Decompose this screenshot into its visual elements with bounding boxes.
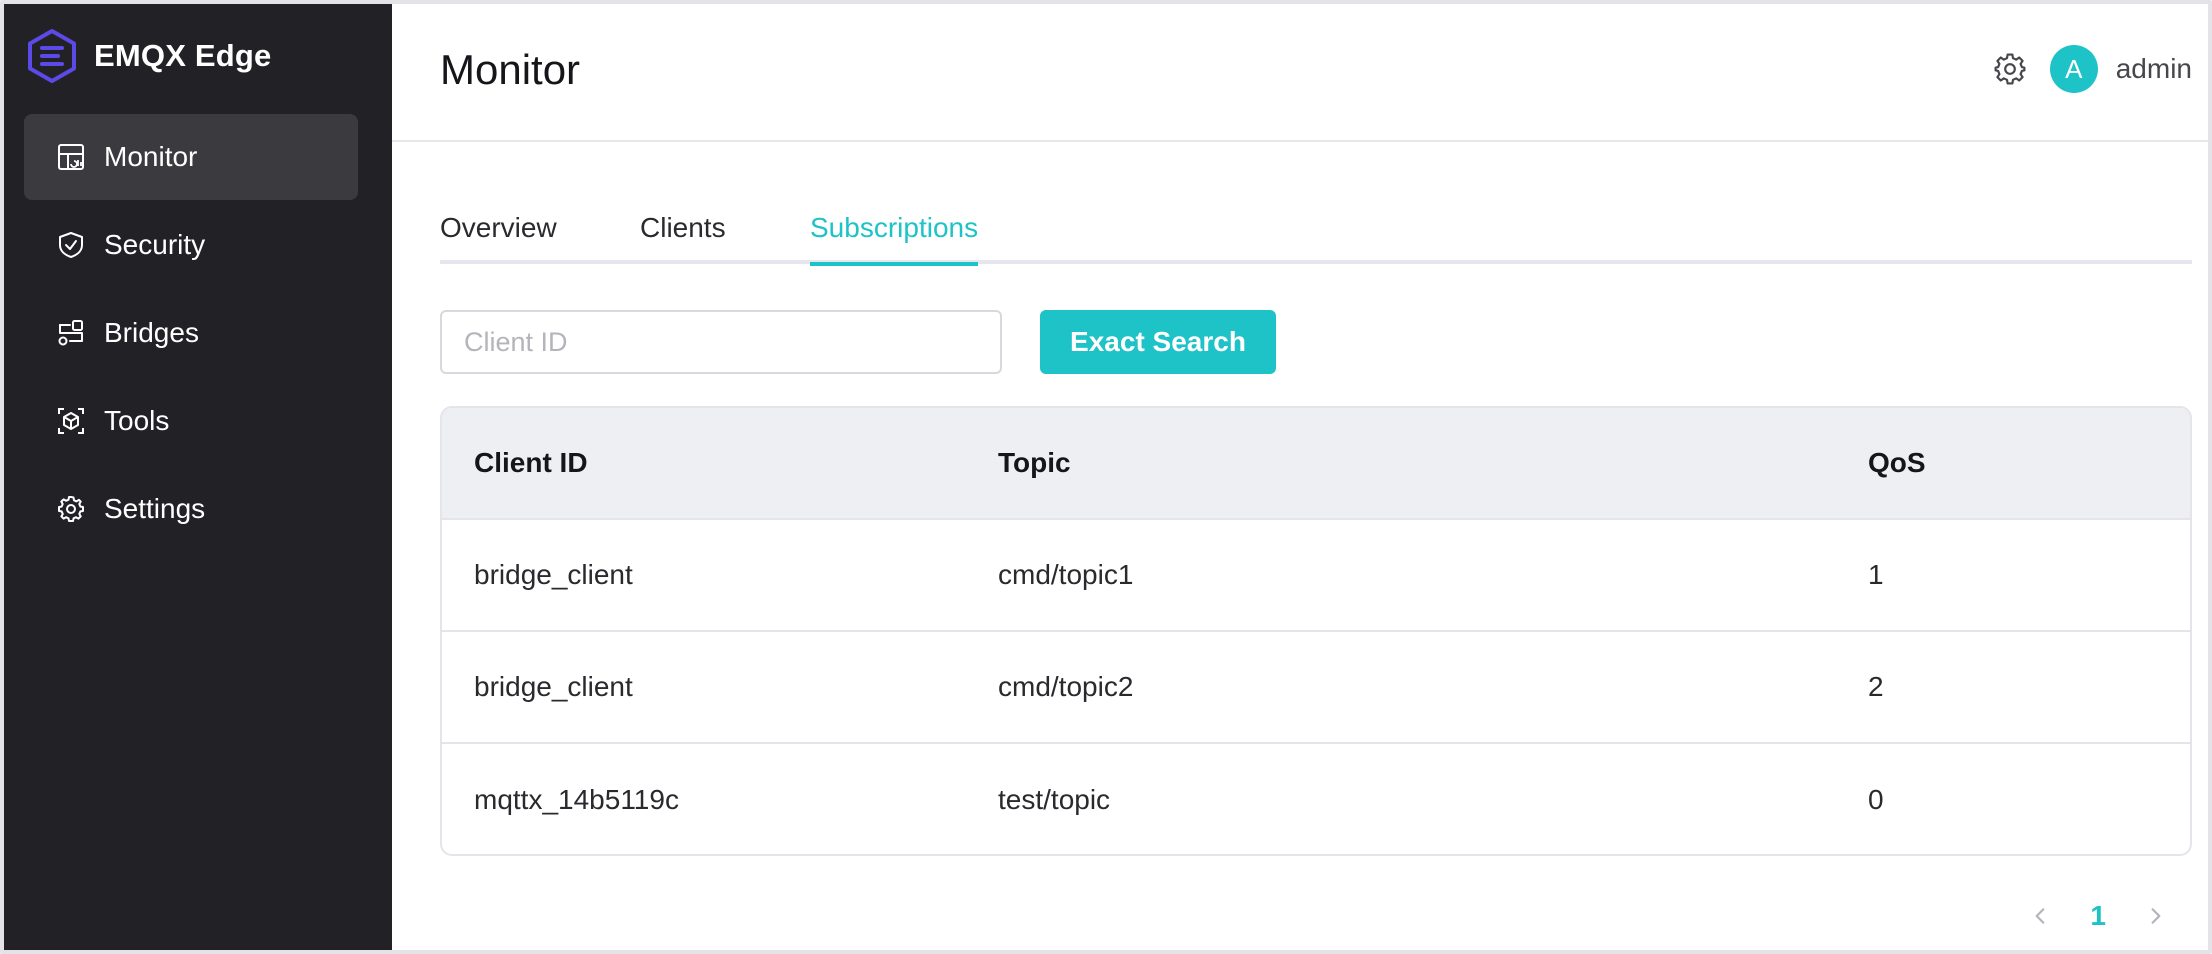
app-window: EMQX Edge Monitor Security Bridges Tools… — [0, 0, 2212, 954]
sidebar: EMQX Edge Monitor Security Bridges Tools… — [4, 4, 392, 950]
table-header: Client ID Topic QoS — [442, 408, 2190, 520]
username[interactable]: admin — [2116, 53, 2192, 85]
sidebar-item-settings[interactable]: Settings — [24, 466, 358, 552]
cell-client-id: bridge_client — [474, 559, 633, 590]
column-header-qos: QoS — [1868, 447, 1926, 478]
tab-clients[interactable]: Clients — [640, 212, 726, 262]
exact-search-button[interactable]: Exact Search — [1040, 310, 1276, 374]
page-number-current[interactable]: 1 — [2090, 900, 2106, 932]
shield-icon — [56, 230, 86, 260]
tab-subscriptions[interactable]: Subscriptions — [810, 212, 979, 266]
brand[interactable]: EMQX Edge — [26, 26, 272, 86]
tab-label: Subscriptions — [810, 212, 979, 243]
main-content: Monitor A admin Overview Clients Subscri… — [392, 4, 2208, 950]
cell-qos: 1 — [1868, 559, 1884, 590]
sidebar-item-label: Bridges — [104, 317, 199, 348]
sidebar-item-label: Settings — [104, 493, 206, 524]
sidebar-item-tools[interactable]: Tools — [24, 378, 358, 464]
cell-client-id: mqttx_14b5119c — [474, 784, 679, 815]
bridge-icon — [56, 318, 86, 348]
emqx-logo-icon — [26, 28, 78, 84]
sidebar-item-label: Monitor — [104, 141, 198, 172]
sidebar-item-bridges[interactable]: Bridges — [24, 290, 358, 376]
prev-page-chevron-left-icon[interactable] — [2020, 896, 2060, 936]
pagination: 1 — [2020, 896, 2176, 936]
brand-name: EMQX Edge — [94, 38, 272, 73]
monitor-icon — [56, 142, 86, 172]
table-row: bridge_client cmd/topic2 2 — [442, 632, 2190, 744]
subscriptions-table: Client ID Topic QoS bridge_client cmd/to… — [440, 406, 2192, 856]
next-page-chevron-right-icon[interactable] — [2136, 896, 2176, 936]
sidebar-item-monitor[interactable]: Monitor — [24, 114, 358, 200]
cell-qos: 0 — [1868, 784, 1884, 815]
page-title: Monitor — [440, 46, 581, 93]
settings-gear-icon[interactable] — [1990, 49, 2030, 89]
cell-topic: test/topic — [998, 784, 1111, 815]
tab-overview[interactable]: Overview — [440, 212, 557, 262]
gear-icon — [56, 494, 86, 524]
cell-topic: cmd/topic1 — [998, 559, 1134, 590]
tab-bar: Overview Clients Subscriptions — [440, 200, 2192, 266]
table-row: mqttx_14b5119c test/topic 0 — [442, 744, 2190, 854]
cell-qos: 2 — [1868, 671, 1884, 702]
table-row: bridge_client cmd/topic1 1 — [442, 520, 2190, 632]
tools-icon — [56, 406, 86, 436]
cell-topic: cmd/topic2 — [998, 671, 1134, 702]
column-header-topic: Topic — [998, 447, 1071, 478]
header-actions: A admin — [1990, 42, 2192, 96]
sidebar-item-label: Tools — [104, 405, 170, 436]
sidebar-nav: Monitor Security Bridges Tools Settings — [24, 114, 358, 554]
active-tab-indicator — [810, 262, 979, 266]
sidebar-item-security[interactable]: Security — [24, 202, 358, 288]
avatar[interactable]: A — [2049, 45, 2098, 93]
sidebar-item-label: Security — [104, 229, 206, 260]
column-header-client-id: Client ID — [474, 447, 588, 478]
page-header: Monitor A admin — [392, 4, 2208, 142]
cell-client-id: bridge_client — [474, 671, 633, 702]
client-id-search-input[interactable] — [440, 310, 1002, 374]
